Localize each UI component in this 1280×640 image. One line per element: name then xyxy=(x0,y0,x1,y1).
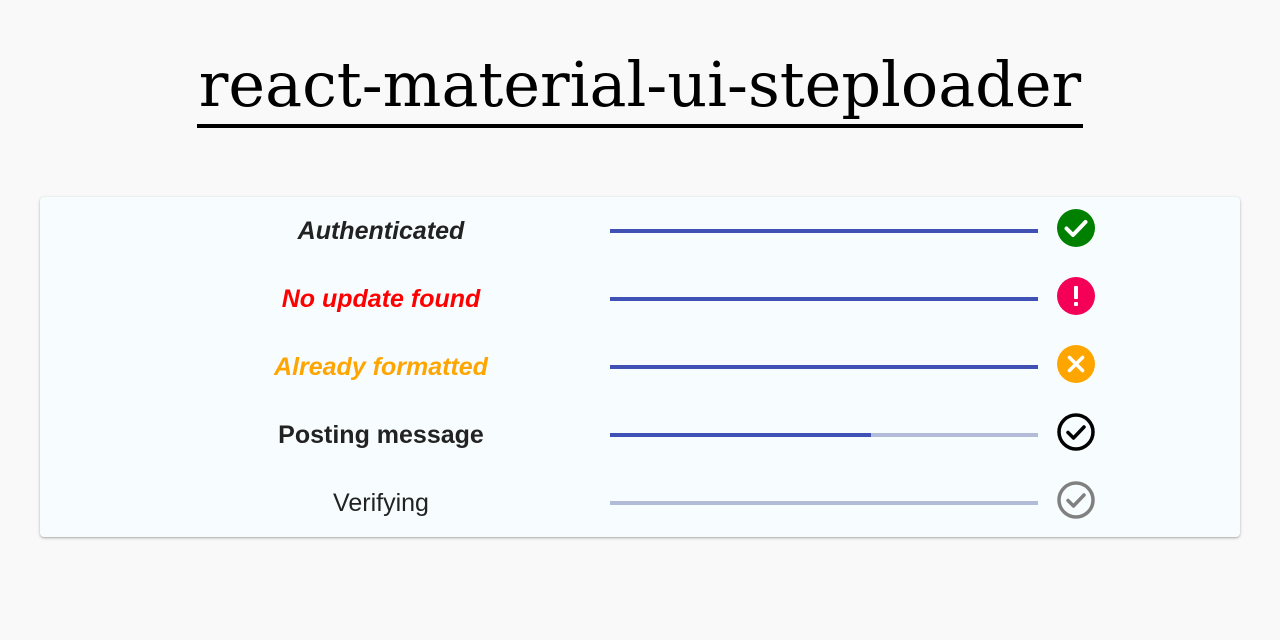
step-progress-fill xyxy=(610,365,1038,369)
step-loader-card: Authenticated No update found Already fo… xyxy=(40,197,1240,537)
check-circle-outline-gray-icon xyxy=(1057,481,1095,519)
step-label: Authenticated xyxy=(297,217,465,245)
page-root: react-material-ui-steploader Authenticat… xyxy=(0,0,1280,640)
step-progress-track xyxy=(610,365,1038,369)
step-label: Posting message xyxy=(278,421,484,449)
step-progress-track xyxy=(610,433,1038,437)
step-row-posting-message: Posting message xyxy=(40,401,1240,469)
step-label: Already formatted xyxy=(274,353,488,381)
step-row-no-update-found: No update found xyxy=(40,265,1240,333)
check-circle-filled-icon xyxy=(1057,209,1095,247)
step-label: No update found xyxy=(281,285,481,313)
page-title: react-material-ui-steploader xyxy=(0,48,1280,128)
step-progress-track xyxy=(610,501,1038,505)
step-progress-fill xyxy=(610,297,1038,301)
step-progress-track xyxy=(610,229,1038,233)
x-circle-filled-icon xyxy=(1057,345,1095,383)
page-title-text: react-material-ui-steploader xyxy=(196,50,1084,128)
step-row-authenticated: Authenticated xyxy=(40,197,1240,265)
step-row-already-formatted: Already formatted xyxy=(40,333,1240,401)
step-label: Verifying xyxy=(333,489,429,517)
step-row-verifying: Verifying xyxy=(40,469,1240,537)
exclamation-circle-filled-icon xyxy=(1057,277,1095,315)
step-progress-fill xyxy=(610,229,1038,233)
step-progress-fill xyxy=(610,433,872,437)
step-progress-track xyxy=(610,297,1038,301)
check-circle-outline-icon xyxy=(1057,413,1095,451)
